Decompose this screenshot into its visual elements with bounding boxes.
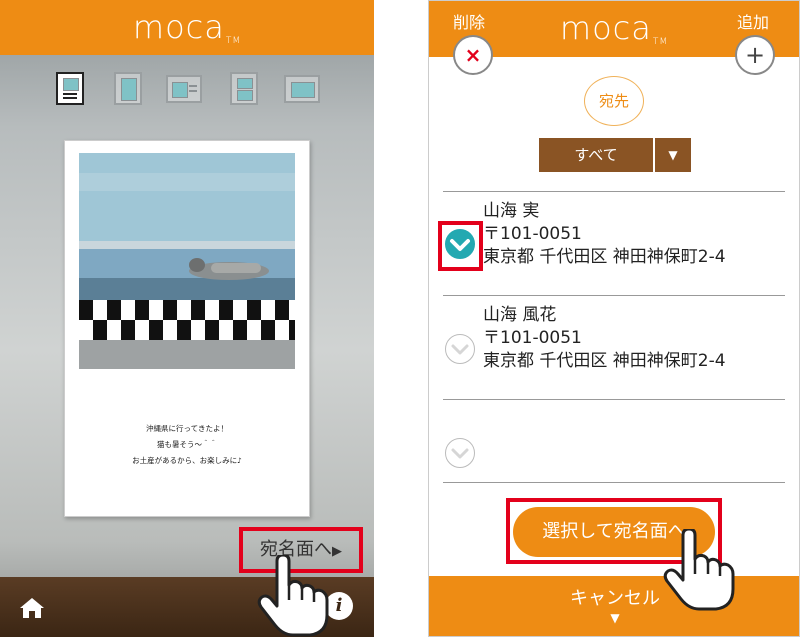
divider — [443, 482, 785, 483]
trademark-mark: TM — [652, 37, 669, 47]
app-logo: mocaTM — [560, 9, 668, 47]
chevron-down-icon: ▼ — [610, 611, 620, 625]
app-logo: mocaTM — [133, 8, 241, 46]
layout-photo-full-icon[interactable] — [114, 72, 142, 105]
delete-label: 削除 — [453, 13, 486, 32]
add-label: 追加 — [737, 13, 770, 32]
section-badge: 宛先 — [584, 76, 644, 126]
home-icon[interactable] — [18, 596, 46, 620]
layout-landscape-photo-icon[interactable] — [284, 75, 320, 103]
app-logo-text: moca — [559, 9, 652, 47]
list-item[interactable]: 山海 風花 〒101-0051 東京都 千代田区 神田神保町2-4 — [429, 296, 799, 399]
contact-postal: 〒101-0051 — [483, 328, 582, 348]
address-select-screen: mocaTM 削除 追加 × + 宛先 すべて ▼ 山海 実 〒101-0051… — [428, 0, 800, 637]
close-icon: × — [464, 43, 482, 67]
contact-name: 山海 風花 — [483, 305, 557, 325]
contact-address: 東京都 千代田区 神田神保町2-4 — [483, 351, 726, 371]
list-item[interactable]: 山海 実 〒101-0051 東京都 千代田区 神田神保町2-4 — [429, 192, 799, 295]
filter-value: すべて — [539, 138, 653, 172]
delete-button[interactable]: × — [453, 35, 493, 75]
layout-photo-split-icon[interactable] — [230, 72, 258, 105]
layout-photo-top-icon[interactable] — [56, 72, 84, 105]
message-line: 猫も暑そう〜＾＾ — [157, 440, 217, 449]
layout-landscape-text-icon[interactable] — [166, 75, 202, 103]
cancel-label: キャンセル — [570, 588, 660, 609]
chevron-down-icon[interactable]: ▼ — [655, 138, 691, 172]
message-line: 沖縄県に行ってきたよ！ — [146, 424, 228, 433]
trademark-mark: TM — [225, 36, 242, 46]
app-logo-text: moca — [132, 8, 225, 46]
card-editor-screen: mocaTM 沖縄県に行ってきたよ！ 猫も暑そう〜＾＾ お土産があるから、お楽し… — [0, 0, 374, 637]
app-header: mocaTM — [0, 0, 374, 55]
message-line: お土産があるから、お楽しみに♪ — [132, 456, 242, 465]
contact-address: 東京都 千代田区 神田神保町2-4 — [483, 247, 726, 267]
pointing-hand-icon — [661, 527, 741, 615]
pointing-hand-icon — [255, 553, 335, 637]
contact-postal: 〒101-0051 — [483, 224, 582, 244]
checkbox-unchecked[interactable] — [445, 334, 475, 364]
cancel-footer[interactable]: キャンセル ▼ — [429, 576, 799, 636]
checkbox-unchecked[interactable] — [445, 438, 475, 468]
highlight-frame — [438, 221, 483, 271]
contact-name: 山海 実 — [483, 201, 540, 221]
postcard-preview: 沖縄県に行ってきたよ！ 猫も暑そう〜＾＾ お土産があるから、お楽しみに♪ — [64, 140, 310, 517]
group-filter-select[interactable]: すべて ▼ — [539, 138, 691, 172]
plus-icon: + — [744, 41, 766, 69]
list-item[interactable] — [429, 400, 799, 482]
add-button[interactable]: + — [735, 35, 775, 75]
postcard-photo — [79, 153, 295, 369]
